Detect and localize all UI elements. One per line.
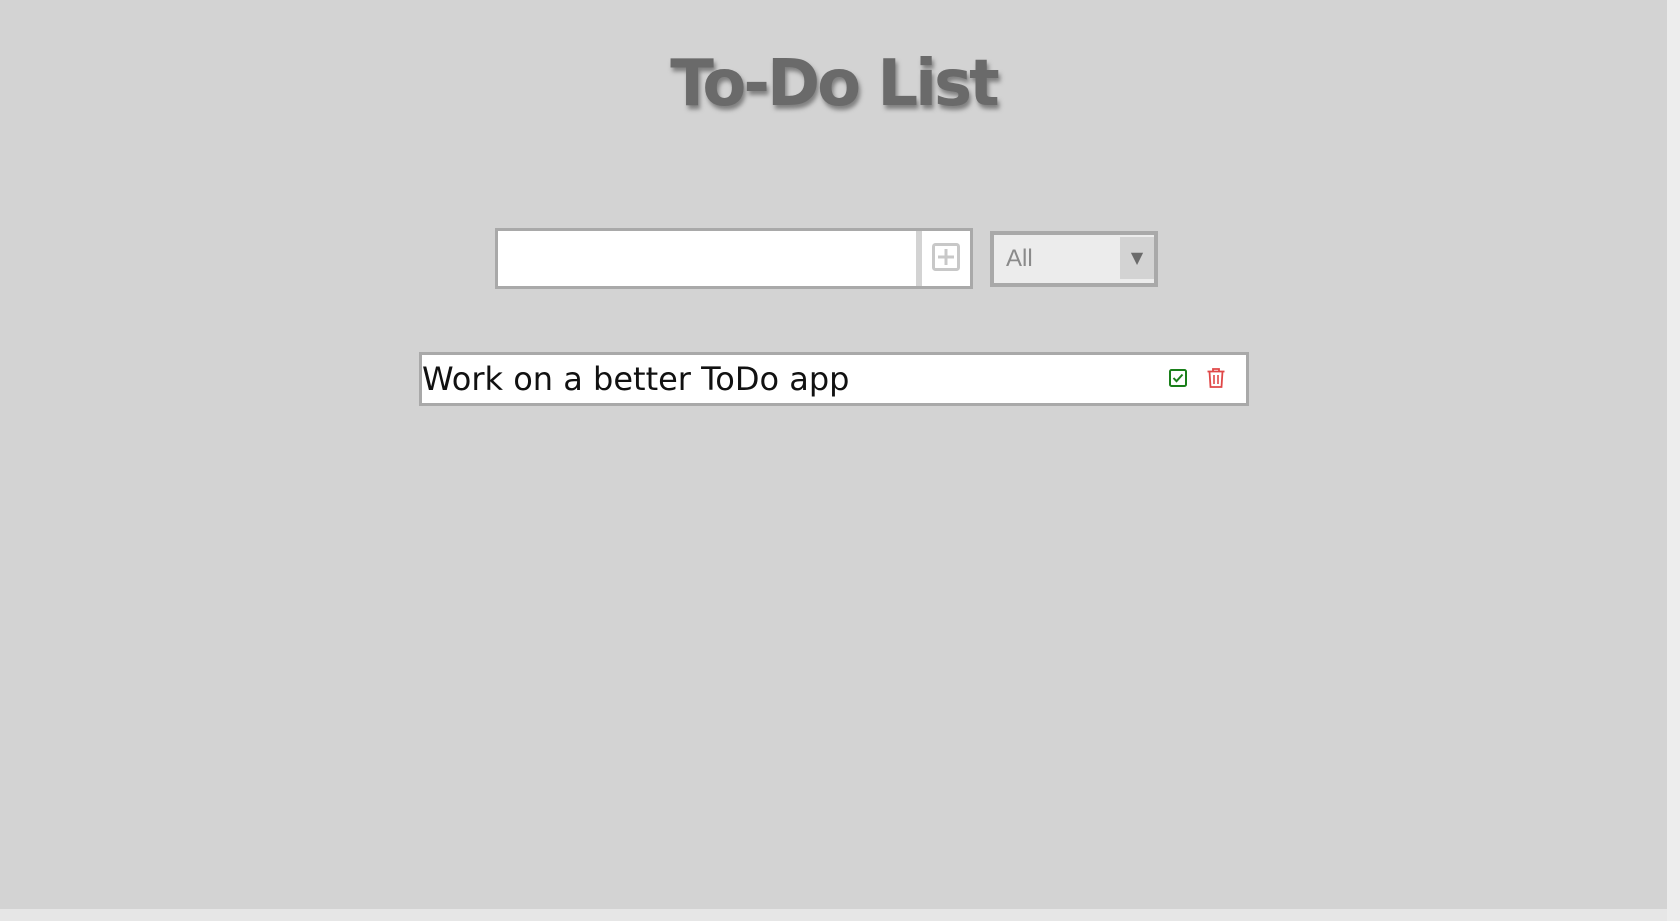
todo-form [495,228,973,289]
page-title: To-Do List [670,47,999,121]
filter-selected-value: All [1006,245,1033,272]
trash-icon [1206,367,1226,392]
vertical-scrollbar[interactable] [1667,0,1680,921]
add-todo-button[interactable] [922,231,970,286]
plus-square-icon [932,243,960,274]
horizontal-scrollbar[interactable] [0,909,1667,921]
complete-todo-button[interactable] [1164,365,1192,393]
filter-select[interactable]: All ▼ [990,231,1158,287]
todo-list: Work on a better ToDo app [419,352,1249,406]
delete-todo-button[interactable] [1202,365,1230,393]
todo-input[interactable] [498,231,916,286]
chevron-down-icon: ▼ [1120,237,1154,279]
todo-item: Work on a better ToDo app [419,352,1249,406]
todo-item-text: Work on a better ToDo app [422,360,850,398]
check-square-icon [1168,368,1188,391]
